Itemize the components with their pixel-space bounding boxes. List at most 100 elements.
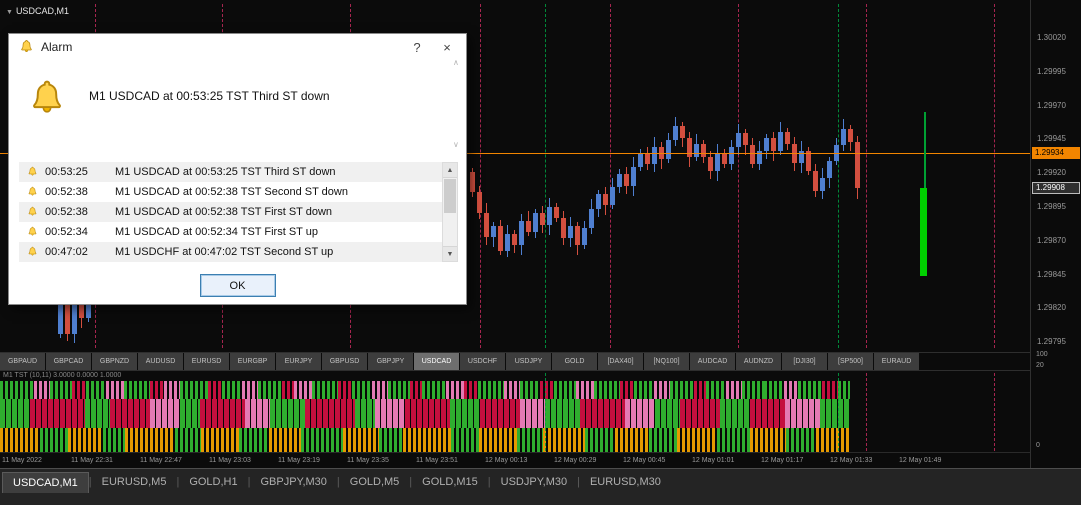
- indicator-segment: [106, 381, 124, 399]
- chart-tab-bar: USDCAD,M1 | EURUSD,M5 | GOLD,H1 | GBPJPY,M30 | G…: [0, 468, 1081, 505]
- chart-tab-gold-m15[interactable]: GOLD,M15: [412, 472, 488, 492]
- alarm-row-bell-icon: [27, 246, 40, 258]
- candle-body: [771, 138, 776, 151]
- candle-body: [561, 218, 566, 239]
- symbol-tab-eurjpy[interactable]: EURJPY: [276, 353, 321, 370]
- symbol-tab-dji30[interactable]: [DJI30]: [782, 353, 827, 370]
- alarm-row-text: M1 USDCAD at 00:53:25 TST Third ST down: [115, 166, 336, 178]
- indicator-segment: [615, 428, 649, 452]
- indicator-segment: [464, 381, 478, 399]
- period-separator-line: [545, 4, 546, 348]
- indicator-segment: [34, 381, 50, 399]
- alarm-row[interactable]: 00:52:38 M1 USDCAD at 00:52:38 TST First …: [19, 202, 442, 222]
- signal-line-green: [924, 112, 926, 190]
- alarm-row[interactable]: 00:52:38 M1 USDCAD at 00:52:38 TST Second…: [19, 182, 442, 202]
- indicator-row: [0, 381, 850, 399]
- alarm-bell-icon: [19, 39, 35, 55]
- axis-separator: [1030, 0, 1031, 468]
- collapse-icon[interactable]: ▼: [6, 9, 13, 16]
- indicator-segment: [200, 399, 245, 428]
- indicator-segment: [208, 381, 222, 399]
- indicator-segment: [50, 381, 72, 399]
- indicator-segment: [103, 428, 125, 452]
- candle-body: [610, 187, 615, 205]
- indicator-segment: [0, 428, 40, 452]
- symbol-tab-nq100[interactable]: [NQ100]: [644, 353, 689, 370]
- scrollbar-down-icon[interactable]: ▼: [443, 246, 457, 261]
- alarm-row[interactable]: 00:52:34 M1 USDCAD at 00:52:34 TST First …: [19, 222, 442, 242]
- symbol-tab-usdjpy[interactable]: USDJPY: [506, 353, 551, 370]
- symbol-tab-audusd[interactable]: AUDUSD: [138, 353, 183, 370]
- symbol-tab-gold[interactable]: GOLD: [552, 353, 597, 370]
- candle-body: [701, 143, 706, 158]
- symbol-tab-gbpcad[interactable]: GBPCAD: [46, 353, 91, 370]
- indicator-segment: [784, 381, 798, 399]
- chart-tab-usdjpy-m30[interactable]: USDJPY,M30: [491, 472, 577, 492]
- period-separator-line: [738, 4, 739, 348]
- scrollbar-up-icon[interactable]: ▲: [443, 163, 457, 178]
- indicator-segment: [124, 381, 150, 399]
- chart-tab-eurusd-m30[interactable]: EURUSD,M30: [580, 472, 671, 492]
- indicator-segment: [222, 381, 242, 399]
- symbol-tab-eurusd[interactable]: EURUSD: [184, 353, 229, 370]
- ok-button[interactable]: OK: [199, 274, 276, 297]
- scrollbar-thumb[interactable]: [444, 179, 456, 213]
- alarm-row[interactable]: 00:53:25 M1 USDCAD at 00:53:25 TST Third …: [19, 162, 442, 182]
- symbol-tab-audcad[interactable]: AUDCAD: [690, 353, 735, 370]
- indicator-segment: [786, 428, 816, 452]
- symbol-tab-audnzd[interactable]: AUDNZD: [736, 353, 781, 370]
- price-axis-label: 1.29970: [1037, 100, 1066, 110]
- price-axis-label: 1.29995: [1037, 66, 1066, 76]
- indicator-segment: [594, 381, 620, 399]
- alarm-row-bell-icon: [27, 186, 40, 198]
- candle-body: [638, 153, 643, 167]
- close-button[interactable]: ×: [432, 40, 462, 55]
- symbol-tab-bar: GBPAUD GBPCAD GBPNZD AUDUSD EURUSD EURGBP EURJ…: [0, 352, 1030, 371]
- scroll-down-hint-icon[interactable]: ∨: [453, 141, 459, 149]
- symbol-tab-gbpusd[interactable]: GBPUSD: [322, 353, 367, 370]
- dialog-titlebar[interactable]: Alarm ? ×: [9, 34, 466, 60]
- price-axis-label: 1.29920: [1037, 168, 1066, 178]
- alarm-list-scrollbar[interactable]: ▲ ▼: [442, 162, 458, 262]
- symbol-tab-gbpnzd[interactable]: GBPNZD: [92, 353, 137, 370]
- period-separator-line: [838, 373, 839, 451]
- indicator-segment: [540, 381, 554, 399]
- indicator-segment: [164, 381, 180, 399]
- time-axis: 11 May 2022 11 May 22:31 11 May 22:47 11 Ma…: [0, 452, 1030, 468]
- indicator-scale-0: 0: [1036, 442, 1040, 449]
- candle-body: [694, 143, 699, 158]
- help-button[interactable]: ?: [402, 40, 432, 55]
- symbol-tab-gbpaud[interactable]: GBPAUD: [0, 353, 45, 370]
- alarm-row-time: 00:52:38: [45, 206, 88, 218]
- scroll-up-hint-icon[interactable]: ∧: [453, 59, 459, 67]
- indicator-segment: [750, 428, 786, 452]
- chart-tab-gbpjpy-m30[interactable]: GBPJPY,M30: [250, 472, 336, 492]
- symbol-tab-gbpjpy[interactable]: GBPJPY: [368, 353, 413, 370]
- alarm-row-text: M1 USDCAD at 00:52:38 TST Second ST down: [115, 186, 348, 198]
- chart-tab-eurusd-m5[interactable]: EURUSD,M5: [92, 472, 177, 492]
- indicator-segment: [72, 381, 86, 399]
- candle-body: [582, 227, 587, 246]
- symbol-tab-usdchf[interactable]: USDCHF: [460, 353, 505, 370]
- chart-tab-gold-h1[interactable]: GOLD,H1: [179, 472, 247, 492]
- indicator-panel[interactable]: M1 TST (10,11) 3.0000 0.0000 1.0000: [0, 371, 1030, 452]
- alarm-row-text: M1 USDCHF at 00:47:02 TST Second ST up: [115, 246, 334, 258]
- price-axis-label: 1.29895: [1037, 202, 1066, 211]
- indicator-segment: [422, 381, 446, 399]
- indicator-segment: [355, 399, 375, 428]
- indicator-segment: [40, 428, 68, 452]
- indicator-segment: [625, 399, 655, 428]
- candle-body: [722, 153, 727, 165]
- symbol-tab-euraud[interactable]: EURAUD: [874, 353, 919, 370]
- symbol-tab-usdcad[interactable]: USDCAD: [414, 353, 459, 370]
- chart-tab-usdcad-m1[interactable]: USDCAD,M1: [2, 472, 89, 493]
- symbol-tab-sp500[interactable]: [SP500]: [828, 353, 873, 370]
- indicator-segment: [742, 381, 764, 399]
- alarm-row[interactable]: 00:47:02 M1 USDCHF at 00:47:02 TST Second…: [19, 242, 442, 262]
- symbol-tab-eurgbp[interactable]: EURGBP: [230, 353, 275, 370]
- indicator-segment: [242, 381, 258, 399]
- symbol-tab-dax40[interactable]: [DAX40]: [598, 353, 643, 370]
- indicator-segment: [520, 399, 545, 428]
- chart-tab-gold-m5[interactable]: GOLD,M5: [340, 472, 410, 492]
- candle-body: [498, 226, 503, 251]
